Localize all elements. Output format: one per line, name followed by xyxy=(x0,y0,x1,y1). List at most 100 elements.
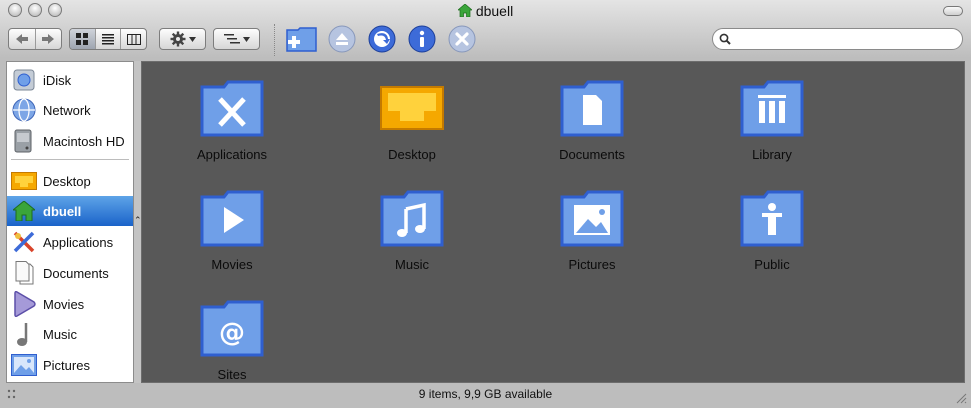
file-item-movies[interactable]: Movies xyxy=(157,177,307,277)
home-icon xyxy=(11,198,37,224)
sidebar-item-desktop[interactable]: Desktop xyxy=(7,166,133,196)
column-view-icon xyxy=(126,33,141,45)
sidebar-splitter[interactable]: ⌃ xyxy=(134,61,142,383)
file-item-label: Pictures xyxy=(568,257,616,272)
movies-folder-icon xyxy=(200,190,264,247)
new-folder-icon xyxy=(286,27,317,52)
file-item-label: Library xyxy=(752,147,792,162)
search-icon xyxy=(719,33,731,45)
pictures-icon xyxy=(11,352,37,378)
sidebar-item-label: dbuell xyxy=(43,203,82,219)
file-item-documents[interactable]: Documents xyxy=(517,67,667,167)
gear-icon xyxy=(170,31,185,47)
view-mode-control xyxy=(69,28,147,50)
applications-folder-icon xyxy=(200,80,264,137)
icon-view-icon xyxy=(76,33,89,45)
sidebar-item-label: Documents xyxy=(43,265,109,281)
title-bar: dbuell xyxy=(0,0,971,22)
sidebar-item-label: Applications xyxy=(43,234,114,250)
desktop-icon xyxy=(11,168,37,194)
hard-drive-icon xyxy=(11,128,37,154)
back-forward-control xyxy=(8,28,62,50)
desktop-folder-icon xyxy=(380,86,444,130)
idisk-icon xyxy=(11,67,37,93)
file-item-applications[interactable]: Applications xyxy=(157,67,307,167)
sidebar-divider xyxy=(11,159,129,160)
sidebar-item-macintosh-hd[interactable]: Macintosh HD xyxy=(7,126,133,156)
sidebar-item-label: Music xyxy=(43,326,77,342)
search-field[interactable] xyxy=(712,28,963,50)
sidebar: iDisk Network Macintosh HD Desktop dbuel… xyxy=(6,61,134,383)
sidebar-item-label: Movies xyxy=(43,296,85,312)
back-arrow-icon xyxy=(15,34,28,44)
delete-icon xyxy=(448,25,476,53)
sidebar-item-label: Pictures xyxy=(43,357,90,373)
search-input[interactable] xyxy=(733,31,957,49)
eject-icon xyxy=(328,25,356,53)
documents-folder-icon xyxy=(560,80,624,137)
documents-icon xyxy=(11,260,37,286)
movies-icon xyxy=(11,291,37,317)
file-item-label: Desktop xyxy=(388,147,436,162)
chevron-down-icon xyxy=(242,36,250,42)
window-resize-handle-icon[interactable] xyxy=(955,392,967,404)
action-menu-button[interactable] xyxy=(159,28,206,50)
sidebar-item-network[interactable]: Network xyxy=(7,95,133,125)
status-bar: 9 items, 9,9 GB available xyxy=(0,384,971,408)
sidebar-item-applications[interactable]: Applications xyxy=(7,227,133,257)
pictures-folder-icon xyxy=(560,190,624,247)
delete-button[interactable] xyxy=(446,24,478,54)
finder-window: dbuell iDisk Network Macintosh HD Deskto… xyxy=(0,0,971,408)
sidebar-item-pictures[interactable]: Pictures xyxy=(7,350,133,380)
burn-button[interactable] xyxy=(366,24,398,54)
window-title-text: dbuell xyxy=(475,3,514,19)
get-info-button[interactable] xyxy=(406,24,438,54)
file-item-desktop[interactable]: Desktop xyxy=(337,67,487,167)
chevron-down-icon xyxy=(188,36,196,42)
forward-arrow-icon xyxy=(42,34,55,44)
sidebar-item-label: Network xyxy=(43,102,91,118)
arrange-menu-button[interactable] xyxy=(213,28,260,50)
list-view-icon xyxy=(102,33,114,44)
sidebar-item-documents[interactable]: Documents xyxy=(7,258,133,288)
music-folder-icon xyxy=(380,190,444,247)
svg-text:@: @ xyxy=(219,318,245,348)
file-item-pictures[interactable]: Pictures xyxy=(517,177,667,277)
list-view-button[interactable] xyxy=(96,29,122,49)
file-item-sites[interactable]: @ Sites xyxy=(157,287,307,387)
file-icon-view: Applications Desktop Documents Library M… xyxy=(141,61,965,383)
back-button[interactable] xyxy=(9,29,36,49)
burn-icon xyxy=(368,25,396,53)
sidebar-item-music[interactable]: Music xyxy=(7,319,133,349)
info-icon xyxy=(408,25,436,53)
status-text: 9 items, 9,9 GB available xyxy=(418,387,553,401)
applications-icon xyxy=(11,229,37,255)
file-item-public[interactable]: Public xyxy=(697,177,847,277)
toolbar-toggle-button[interactable] xyxy=(943,6,963,16)
icon-view-button[interactable] xyxy=(70,29,96,49)
file-item-library[interactable]: Library xyxy=(697,67,847,167)
library-folder-icon xyxy=(740,80,804,137)
new-folder-button[interactable] xyxy=(286,24,318,54)
file-item-label: Applications xyxy=(196,147,268,162)
window-title: dbuell xyxy=(0,3,971,19)
file-item-label: Movies xyxy=(211,257,253,272)
column-view-button[interactable] xyxy=(121,29,146,49)
sites-folder-icon: @ xyxy=(200,300,264,357)
file-item-label: Music xyxy=(395,257,429,272)
sidebar-item-idisk[interactable]: iDisk xyxy=(7,65,133,95)
forward-button[interactable] xyxy=(36,29,62,49)
home-icon xyxy=(457,4,472,17)
file-item-label: Sites xyxy=(217,367,247,382)
music-note-icon xyxy=(11,321,37,347)
arrange-icon xyxy=(223,34,240,44)
sidebar-item-dbuell[interactable]: dbuell xyxy=(7,196,133,226)
toolbar-separator xyxy=(274,24,276,56)
file-item-label: Documents xyxy=(559,147,625,162)
eject-button[interactable] xyxy=(326,24,358,54)
sidebar-item-label: Macintosh HD xyxy=(43,133,125,149)
file-item-music[interactable]: Music xyxy=(337,177,487,277)
sidebar-item-movies[interactable]: Movies xyxy=(7,289,133,319)
public-folder-icon xyxy=(740,190,804,247)
sidebar-item-label: iDisk xyxy=(43,72,72,88)
